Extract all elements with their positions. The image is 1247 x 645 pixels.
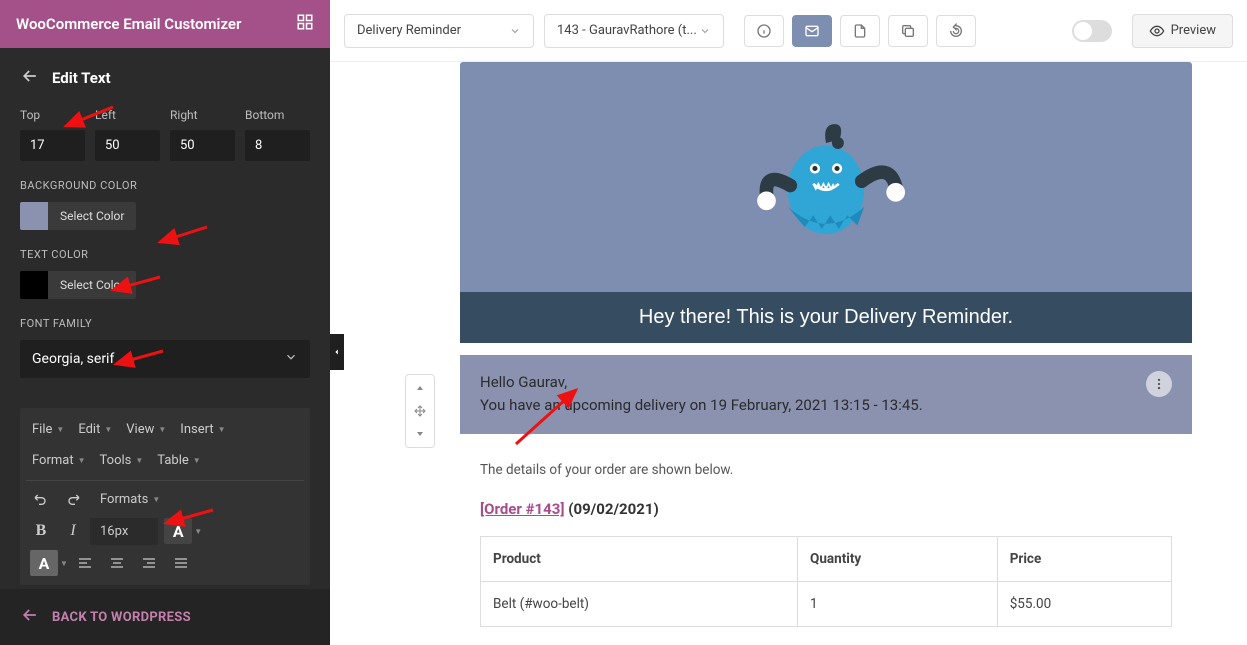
th-price: Price [997, 536, 1171, 581]
topbar: Delivery Reminder 143 - GauravRathore (t… [330, 0, 1247, 62]
menu-format[interactable]: Format▼ [26, 447, 92, 474]
mascot-icon [741, 87, 911, 267]
document-view-button[interactable] [840, 15, 880, 47]
back-arrow-icon [20, 605, 40, 629]
hero-title: Hey there! This is your Delivery Reminde… [460, 292, 1192, 343]
bg-color-swatch[interactable] [20, 202, 48, 230]
text-color-tool[interactable]: A [164, 518, 192, 544]
back-arrow-icon[interactable] [20, 66, 40, 90]
table-row: Belt (#woo-belt) 1 $55.00 [481, 581, 1172, 626]
italic-button[interactable]: I [58, 517, 88, 545]
text-color-title: TEXT COLOR [20, 248, 310, 261]
menu-edit[interactable]: Edit▼ [72, 416, 118, 443]
panel-title: Edit Text [52, 69, 111, 87]
spacing-right-label: Right [170, 108, 235, 122]
rich-text-toolbar: File▼ Edit▼ View▼ Insert▼ Format▼ Tools▼… [20, 408, 310, 585]
td-price: $55.00 [997, 581, 1171, 626]
preview-label: Preview [1171, 23, 1216, 38]
bold-button[interactable]: B [26, 517, 56, 545]
align-left-button[interactable] [70, 549, 100, 577]
email-view-button[interactable] [792, 15, 832, 47]
template-select-value: Delivery Reminder [357, 23, 461, 38]
menu-view[interactable]: View▼ [120, 416, 172, 443]
text-color-swatch[interactable] [20, 271, 48, 299]
menu-table[interactable]: Table▼ [151, 447, 206, 474]
email-hero: Hey there! This is your Delivery Reminde… [460, 62, 1192, 343]
order-date: (09/02/2021) [568, 500, 659, 518]
text-block[interactable]: Hello Gaurav, You have an upcoming deliv… [460, 355, 1192, 434]
td-qty: 1 [798, 581, 998, 626]
spacing-left-label: Left [95, 108, 160, 122]
move-up-button[interactable] [409, 379, 431, 399]
font-family-value: Georgia, serif [32, 351, 114, 367]
align-justify-button[interactable] [166, 549, 196, 577]
td-product: Belt (#woo-belt) [481, 581, 798, 626]
text-block-content: Hello Gaurav, You have an upcoming deliv… [480, 371, 923, 418]
order-select[interactable]: 143 - GauravRathore (t... [544, 14, 724, 48]
bg-color-button[interactable]: Select Color [48, 202, 136, 230]
text-color-button[interactable]: Select Color [48, 271, 136, 299]
copy-button[interactable] [888, 15, 928, 47]
dots-icon [1152, 377, 1166, 391]
menu-insert[interactable]: Insert▼ [174, 416, 231, 443]
info-button[interactable] [744, 15, 784, 47]
block-options-button[interactable] [1146, 371, 1172, 397]
spacing-bottom-label: Bottom [245, 108, 310, 122]
block-controls [405, 374, 435, 448]
body-text: You have an upcoming delivery on 19 Febr… [480, 394, 923, 417]
mode-toggle[interactable] [1072, 20, 1112, 42]
order-link[interactable]: [Order #143] [480, 500, 564, 518]
bg-color-tool[interactable]: A [30, 550, 58, 576]
undo-button[interactable] [26, 485, 56, 513]
app-title: WooCommerce Email Customizer [16, 15, 241, 33]
edit-bar: Edit Text [0, 48, 330, 108]
chevron-down-icon [284, 350, 298, 368]
template-select[interactable]: Delivery Reminder [344, 14, 534, 48]
bg-color-title: BACKGROUND COLOR [20, 179, 310, 192]
redo-button[interactable] [58, 485, 88, 513]
order-details-block: The details of your order are shown belo… [460, 434, 1192, 645]
sidebar-footer[interactable]: BACK TO WORDPRESS [0, 589, 330, 645]
menu-tools[interactable]: Tools▼ [94, 447, 150, 474]
order-select-value: 143 - GauravRathore (t... [557, 23, 697, 38]
back-to-wordpress-link: BACK TO WORDPRESS [52, 610, 191, 625]
dashboard-icon[interactable] [296, 13, 314, 35]
move-handle[interactable] [409, 401, 431, 421]
align-right-button[interactable] [134, 549, 164, 577]
spacing-right-input[interactable] [170, 130, 235, 161]
reset-button[interactable] [936, 15, 976, 47]
spacing-top-input[interactable] [20, 130, 85, 161]
spacing-top-label: Top [20, 108, 85, 122]
order-table: Product Quantity Price Belt (#woo-belt) … [480, 536, 1172, 627]
spacing-left-input[interactable] [95, 130, 160, 161]
greeting-text: Hello Gaurav, [480, 371, 923, 394]
preview-button[interactable]: Preview [1132, 14, 1233, 48]
spacing-bottom-input[interactable] [245, 130, 310, 161]
move-down-button[interactable] [409, 423, 431, 443]
fontsize-select[interactable]: 16px [90, 518, 158, 545]
font-family-select[interactable]: Georgia, serif [20, 340, 310, 378]
menu-file[interactable]: File▼ [26, 416, 70, 443]
formats-select[interactable]: Formats▼ [90, 486, 170, 513]
th-quantity: Quantity [798, 536, 998, 581]
details-intro: The details of your order are shown belo… [480, 462, 1172, 478]
th-product: Product [481, 536, 798, 581]
sidebar-header: WooCommerce Email Customizer [0, 0, 330, 48]
eye-icon [1149, 23, 1165, 39]
hero-image [460, 62, 1192, 292]
align-center-button[interactable] [102, 549, 132, 577]
font-family-title: FONT FAMILY [20, 317, 310, 330]
